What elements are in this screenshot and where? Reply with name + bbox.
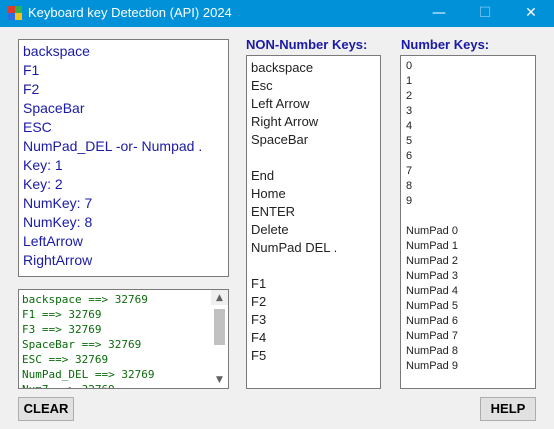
number-key-item: NumPad 4: [406, 285, 458, 297]
clear-button[interactable]: CLEAR: [18, 397, 74, 421]
key-log-item: Key: 1: [23, 157, 63, 173]
non-number-key-item: SpaceBar: [251, 132, 309, 147]
number-keys-label: Number Keys:: [401, 37, 490, 52]
non-number-key-item: F3: [251, 312, 267, 327]
number-key-item: NumPad 7: [406, 330, 458, 342]
event-log-line: NumPad_DEL ==> 32769: [22, 368, 155, 381]
key-log-item: LeftArrow: [23, 233, 83, 249]
number-key-item: NumPad 3: [406, 270, 458, 282]
number-key-item: 0: [406, 60, 413, 72]
key-log-list[interactable]: backspace F1 F2 SpaceBar ESC NumPad_DEL -or- …: [18, 39, 229, 277]
event-log-line: backspace ==> 32769: [22, 293, 148, 306]
client-area: backspace F1 F2 SpaceBar ESC NumPad_DEL -or- …: [0, 27, 554, 429]
number-key-item: 9: [406, 195, 413, 207]
event-log-line: F3 ==> 32769: [22, 323, 102, 336]
non-number-key-item: End: [251, 168, 275, 183]
key-log-item: SpaceBar: [23, 100, 85, 116]
window-title: Keyboard key Detection (API) 2024: [28, 5, 232, 20]
number-key-item: [406, 209, 535, 224]
number-key-item: NumPad 2: [406, 255, 458, 267]
number-key-item: 8: [406, 180, 413, 192]
non-number-key-item: Right Arrow: [251, 114, 319, 129]
number-key-item: 3: [406, 105, 413, 117]
non-number-key-item: F5: [251, 348, 267, 363]
key-log-item: Key: 2: [23, 176, 63, 192]
non-number-key-item: F1: [251, 276, 267, 291]
number-key-item: NumPad 9: [406, 360, 458, 372]
key-log-item: F1: [23, 62, 40, 78]
close-button[interactable]: ✕: [508, 0, 554, 27]
non-number-keys-label: NON-Number Keys:: [246, 37, 368, 52]
non-number-key-item: ENTER: [251, 204, 296, 219]
event-log-box[interactable]: backspace ==> 32769 F1 ==> 32769 F3 ==> 32…: [18, 289, 229, 389]
app-window: Keyboard key Detection (API) 2024 — ☐ ✕ …: [0, 0, 554, 429]
key-log-item: ESC: [23, 119, 52, 135]
non-number-key-item: [251, 257, 380, 275]
number-key-item: NumPad 8: [406, 345, 458, 357]
number-key-item: 6: [406, 150, 413, 162]
non-number-key-item: [251, 149, 380, 167]
scroll-down-arrow-icon[interactable]: ▼: [211, 372, 228, 388]
non-number-key-item: Home: [251, 186, 286, 201]
maximize-button[interactable]: ☐: [462, 0, 508, 27]
number-keys-list[interactable]: 0 1 2 3 4 5 6 7 8 9 NumPad 0 NumPad 1 NumPad 2 NumPad…: [400, 55, 536, 389]
number-key-item: NumPad 6: [406, 315, 458, 327]
event-log-line: SpaceBar ==> 32769: [22, 338, 142, 351]
number-key-item: 7: [406, 165, 413, 177]
key-log-item: RightArrow: [23, 252, 93, 268]
event-log-scrollbar[interactable]: ▲ ▼: [211, 290, 228, 385]
key-log-item: NumPad_DEL -or- Numpad .: [23, 138, 203, 154]
number-key-item: 5: [406, 135, 413, 147]
non-number-keys-list[interactable]: backspace Esc Left Arrow Right Arrow SpaceBa…: [246, 55, 381, 389]
help-button[interactable]: HELP: [480, 397, 536, 421]
title-bar[interactable]: Keyboard key Detection (API) 2024 — ☐ ✕: [0, 0, 554, 27]
key-log-item: NumKey: 8: [23, 214, 93, 230]
event-log-line: F1 ==> 32769: [22, 308, 102, 321]
event-log-lines: backspace ==> 32769 F1 ==> 32769 F3 ==> 32…: [22, 292, 228, 388]
app-icon: [8, 6, 22, 20]
number-key-item: 4: [406, 120, 413, 132]
non-number-key-item: Delete: [251, 222, 289, 237]
number-key-item: NumPad 5: [406, 300, 458, 312]
key-log-item: F2: [23, 81, 40, 97]
non-number-key-item: backspace: [251, 60, 314, 75]
non-number-key-item: Esc: [251, 78, 273, 93]
non-number-key-item: NumPad DEL .: [251, 240, 338, 255]
non-number-key-item: F2: [251, 294, 267, 309]
non-number-key-item: Left Arrow: [251, 96, 310, 111]
scroll-thumb[interactable]: [214, 309, 225, 345]
number-key-item: NumPad 1: [406, 240, 458, 252]
non-number-key-item: F4: [251, 330, 267, 345]
number-key-item: NumPad 0: [406, 225, 458, 237]
event-log-line: Num7 ==> 32769: [22, 382, 228, 388]
key-log-item: NumKey: 7: [23, 195, 93, 211]
event-log-line: ESC ==> 32769: [22, 353, 109, 366]
scroll-up-arrow-icon[interactable]: ▲: [211, 290, 228, 306]
key-log-item: backspace: [23, 43, 90, 59]
number-key-item: 2: [406, 90, 413, 102]
minimize-button[interactable]: —: [416, 0, 462, 27]
number-key-item: 1: [406, 75, 413, 87]
